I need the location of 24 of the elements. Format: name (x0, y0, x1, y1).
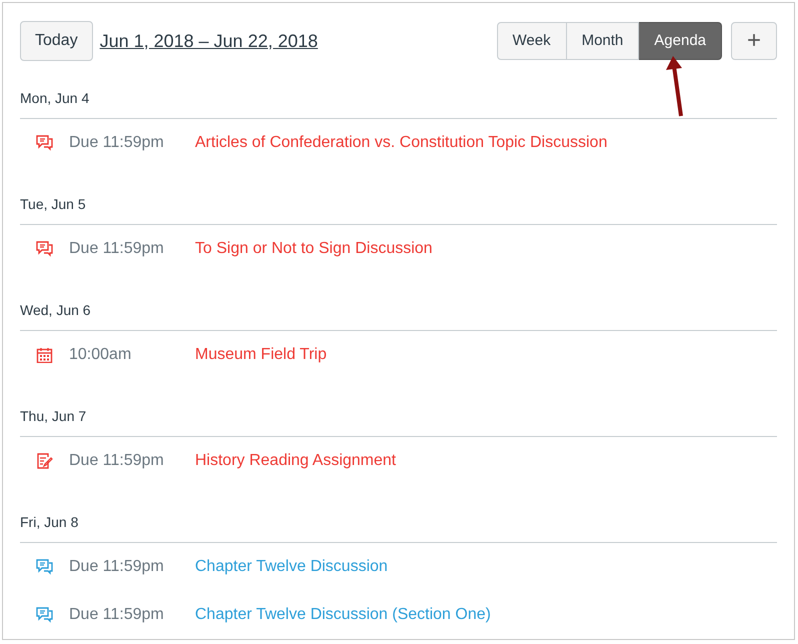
event-link[interactable]: To Sign or Not to Sign Discussion (195, 237, 432, 261)
event-time: Due 11:59pm (69, 451, 165, 471)
event-link[interactable]: Chapter Twelve Discussion (Section One) (195, 603, 491, 627)
day-heading: Mon, Jun 4 (20, 89, 90, 108)
day-heading: Fri, Jun 8 (20, 513, 78, 532)
event-link[interactable]: History Reading Assignment (195, 449, 396, 473)
event-time: Due 11:59pm (69, 557, 165, 577)
event-link[interactable]: Museum Field Trip (195, 343, 327, 367)
add-event-button[interactable]: + (731, 22, 777, 60)
view-tab[interactable]: Agenda (639, 22, 722, 60)
event-link[interactable]: Articles of Confederation vs. Constitution Topic Discussion (195, 131, 608, 155)
day-heading: Thu, Jun 7 (20, 407, 86, 426)
event-time: Due 11:59pm (69, 239, 165, 259)
event-time: Due 11:59pm (69, 133, 165, 153)
view-tab[interactable]: Month (566, 22, 640, 60)
date-range-link[interactable]: Jun 1, 2018 – Jun 22, 2018 (100, 28, 318, 54)
event-time: 10:00am (69, 345, 132, 365)
event-link[interactable]: Chapter Twelve Discussion (195, 555, 388, 579)
today-button[interactable]: Today (20, 21, 93, 61)
event-time: Due 11:59pm (69, 605, 165, 625)
arrow-drawing (663, 56, 685, 118)
day-heading: Wed, Jun 6 (20, 301, 91, 320)
view-tab[interactable]: Week (496, 22, 567, 60)
day-heading: Tue, Jun 5 (20, 195, 86, 214)
